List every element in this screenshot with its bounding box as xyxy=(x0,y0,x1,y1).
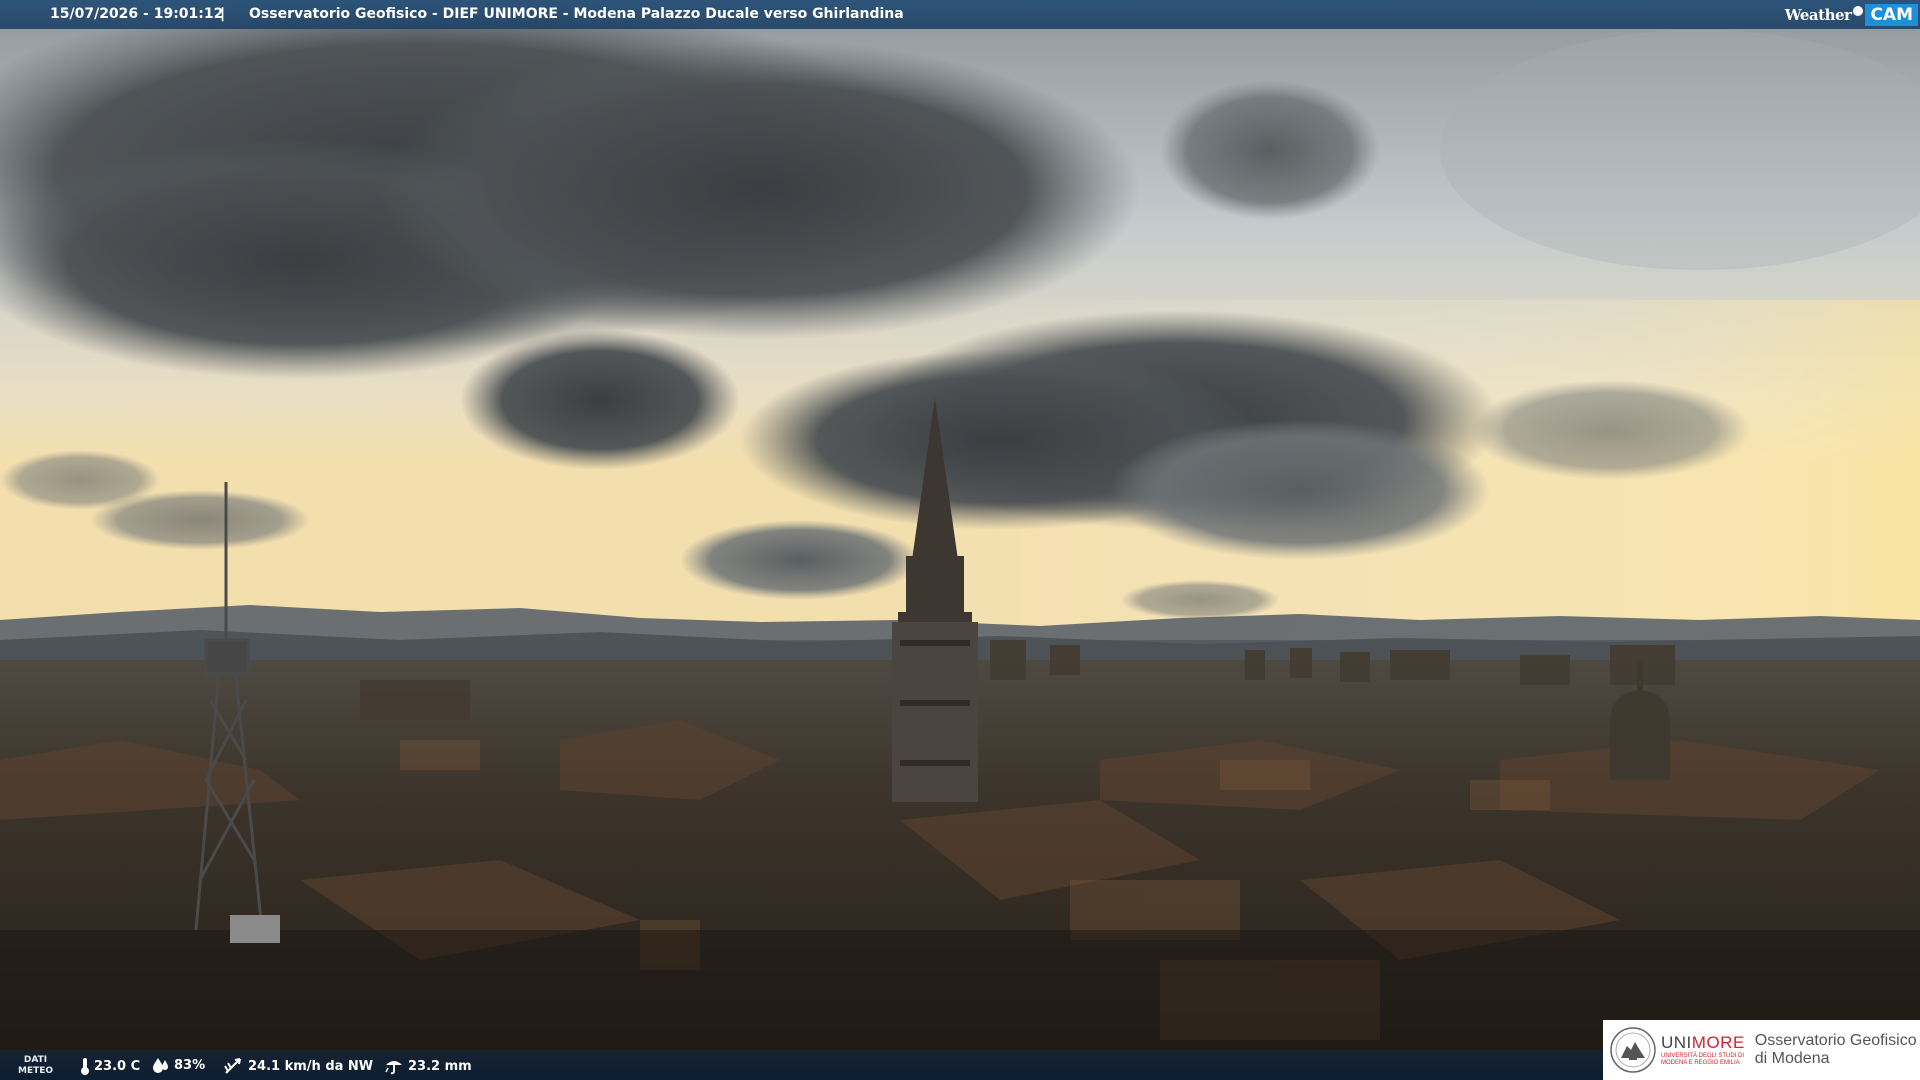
rain-reading: 23.2 mm xyxy=(384,1057,472,1075)
wind-icon xyxy=(224,1058,241,1074)
university-seal-icon xyxy=(1610,1027,1656,1073)
brand-weather-text: Weather xyxy=(1784,5,1852,24)
humidity-reading: 83% xyxy=(152,1057,205,1073)
wind-value: 24.1 km/h da NW xyxy=(248,1058,374,1074)
header-separator: | xyxy=(220,6,226,22)
brand-cam-text: CAM xyxy=(1865,3,1918,26)
humidity-drop-icon xyxy=(153,1058,168,1073)
wind-reading: 24.1 km/h da NW xyxy=(224,1057,373,1075)
weather-data-label: DATI METEO xyxy=(18,1055,54,1076)
brand-dot-icon xyxy=(1853,5,1864,16)
webcam-image xyxy=(0,0,1920,1080)
rain-icon xyxy=(385,1061,402,1075)
thermometer-icon xyxy=(81,1058,89,1075)
temperature-reading: 23.0 C xyxy=(80,1057,140,1075)
timestamp: 15/07/2026 - 19:01:12 xyxy=(50,6,224,22)
header-bar: 15/07/2026 - 19:01:12 | Osservatorio Geo… xyxy=(0,0,1920,29)
temperature-value: 23.0 C xyxy=(94,1058,141,1074)
observatory-name: Osservatorio Geofisico di Modena xyxy=(1754,1032,1917,1067)
unimore-wordmark: UNIMORE UNIVERSITÀ DEGLI STUDI DI MODENA… xyxy=(1661,1033,1745,1066)
unimore-logo-box: UNIMORE UNIVERSITÀ DEGLI STUDI DI MODENA… xyxy=(1603,1020,1920,1080)
humidity-value: 83% xyxy=(174,1057,206,1073)
weathercam-logo: Weather CAM xyxy=(1785,2,1918,27)
rain-value: 23.2 mm xyxy=(408,1058,472,1074)
camera-title: Osservatorio Geofisico - DIEF UNIMORE - … xyxy=(249,6,904,22)
